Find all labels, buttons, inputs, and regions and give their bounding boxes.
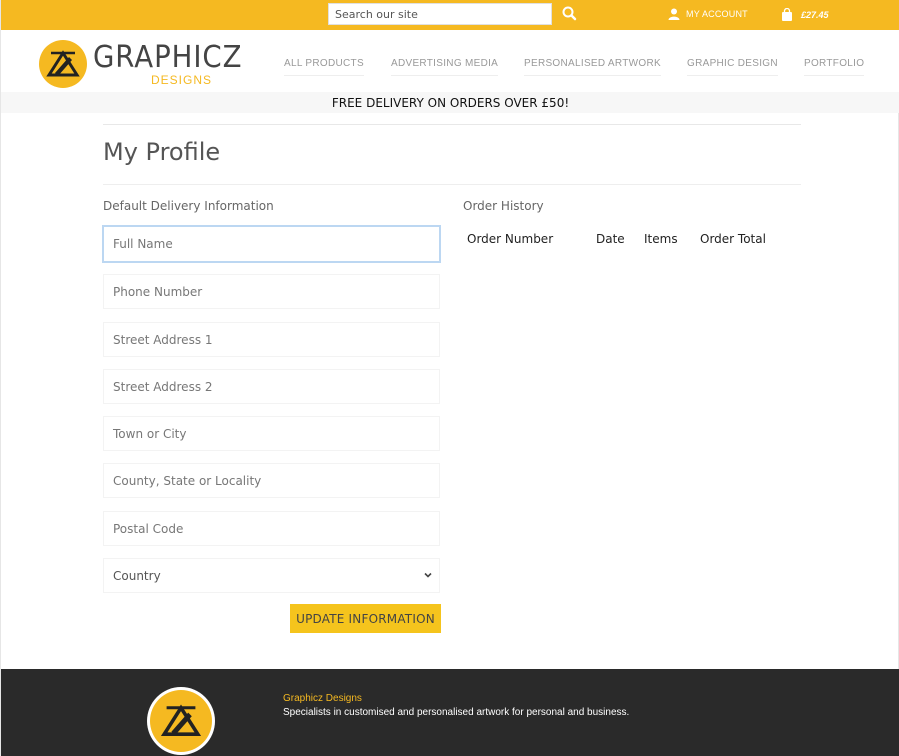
footer-logo-icon	[147, 687, 215, 755]
footer-tagline: Specialists in customised and personalis…	[283, 707, 630, 718]
search-icon[interactable]	[561, 5, 579, 23]
nav-all-products[interactable]: ALL PRODUCTS	[284, 58, 364, 76]
divider	[103, 124, 801, 125]
order-history-heading: Order History	[463, 199, 544, 213]
column-header-order-total: Order Total	[700, 232, 766, 246]
page-title: My Profile	[103, 138, 221, 166]
delivery-heading: Default Delivery Information	[103, 199, 274, 213]
nav-advertising-media[interactable]: ADVERTISING MEDIA	[391, 58, 499, 76]
user-icon	[668, 8, 680, 20]
site-header: GRAPHICZ DESIGNS ALL PRODUCTS ADVERTISIN…	[1, 30, 899, 92]
main-nav: ALL PRODUCTS ADVERTISING MEDIA PERSONALI…	[1, 58, 899, 78]
my-account-link[interactable]: MY ACCOUNT	[668, 8, 748, 20]
search-input[interactable]: Search our site	[328, 3, 552, 25]
site-footer: Graphicz Designs Specialists in customis…	[1, 669, 899, 756]
my-account-label: MY ACCOUNT	[686, 9, 748, 19]
divider	[103, 184, 801, 185]
postal-code-input[interactable]: Postal Code	[103, 511, 440, 546]
delivery-banner: FREE DELIVERY ON ORDERS OVER £50!	[1, 92, 899, 113]
column-header-items: Items	[644, 232, 678, 246]
cart-link[interactable]: £27.45	[781, 8, 829, 21]
street-address-2-input[interactable]: Street Address 2	[103, 369, 440, 404]
nav-portfolio[interactable]: PORTFOLIO	[804, 58, 865, 76]
street-address-1-input[interactable]: Street Address 1	[103, 322, 440, 357]
footer-title: Graphicz Designs	[283, 693, 362, 704]
column-header-order-number: Order Number	[467, 232, 554, 246]
country-select[interactable]: Country	[103, 558, 440, 593]
county-input[interactable]: County, State or Locality	[103, 463, 440, 498]
phone-number-input[interactable]: Phone Number	[103, 274, 440, 309]
full-name-input[interactable]: Full Name	[102, 225, 441, 263]
nav-personalised-artwork[interactable]: PERSONALISED ARTWORK	[524, 58, 661, 76]
chevron-down-icon	[424, 572, 432, 578]
country-select-label: Country	[113, 569, 161, 583]
column-header-date: Date	[596, 232, 625, 246]
nav-graphic-design[interactable]: GRAPHIC DESIGN	[687, 58, 778, 76]
shopping-bag-icon	[782, 8, 792, 21]
town-city-input[interactable]: Town or City	[103, 416, 440, 451]
top-bar: Search our site MY ACCOUNT £27.45	[1, 0, 899, 30]
cart-total: £27.45	[801, 9, 829, 20]
update-information-button[interactable]: UPDATE INFORMATION	[290, 604, 441, 633]
